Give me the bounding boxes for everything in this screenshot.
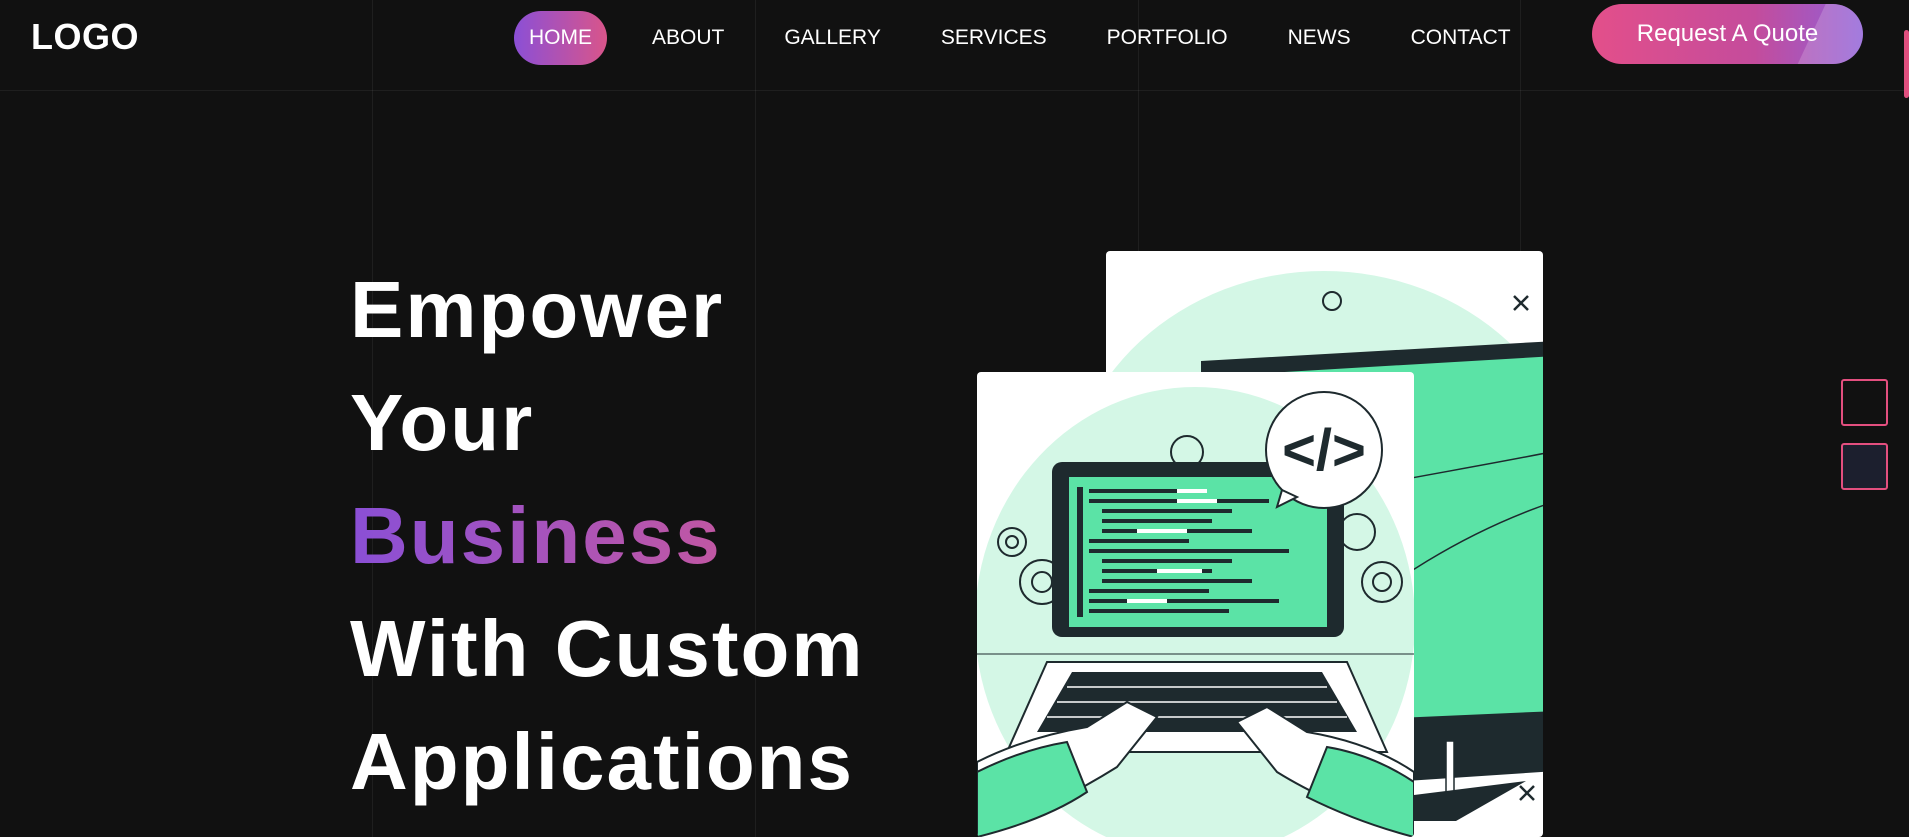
- header-divider: [0, 90, 1909, 91]
- code-icon: </>: [1282, 418, 1366, 483]
- hero-heading: Empower Your Business With Custom Applic…: [350, 253, 865, 818]
- scroll-indicator[interactable]: [1904, 30, 1909, 98]
- nav-item-services[interactable]: SERVICES: [926, 11, 1062, 65]
- side-nav-box-2[interactable]: [1841, 443, 1888, 490]
- hero-line-accent: Business: [350, 479, 865, 592]
- nav-item-gallery[interactable]: GALLERY: [769, 11, 896, 65]
- nav-item-contact[interactable]: CONTACT: [1396, 11, 1526, 65]
- hero-line-2: Your: [350, 378, 535, 467]
- page: LOGO HOME ABOUT GALLERY SERVICES PORTFOL…: [0, 0, 1909, 837]
- side-nav-box-1[interactable]: [1841, 379, 1888, 426]
- request-quote-button[interactable]: Request A Quote: [1592, 4, 1863, 64]
- hero-line-1: Empower: [350, 265, 725, 354]
- request-quote-label: Request A Quote: [1636, 20, 1819, 47]
- close-icon: [1519, 785, 1535, 801]
- nav-item-home[interactable]: HOME: [514, 11, 607, 65]
- hero-line-4: With Custom: [350, 604, 865, 693]
- nav-item-portfolio[interactable]: PORTFOLIO: [1092, 11, 1243, 65]
- close-icon: [1513, 295, 1529, 311]
- nav-item-news[interactable]: NEWS: [1273, 11, 1366, 65]
- illustration-laptop-panel: </>: [977, 372, 1414, 837]
- main-nav: HOME ABOUT GALLERY SERVICES PORTFOLIO NE…: [514, 11, 1526, 65]
- laptop-illustration: </>: [977, 387, 1414, 837]
- logo[interactable]: LOGO: [31, 16, 139, 58]
- hero-line-5: Applications: [350, 717, 855, 806]
- nav-item-about[interactable]: ABOUT: [637, 11, 739, 65]
